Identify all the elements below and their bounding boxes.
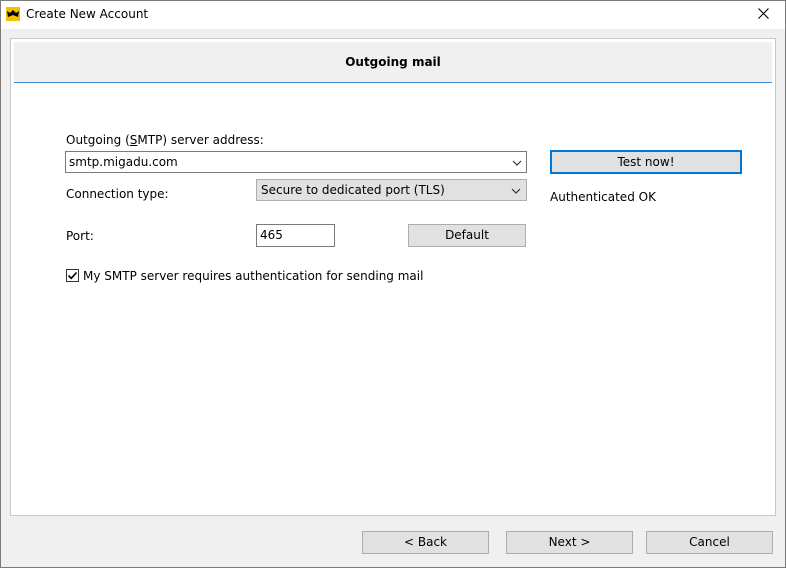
- next-button[interactable]: Next >: [506, 531, 633, 554]
- close-icon: [757, 8, 769, 22]
- title-bar[interactable]: Create New Account: [1, 1, 785, 29]
- connection-type-value: Secure to dedicated port (TLS): [261, 183, 445, 197]
- chevron-down-icon[interactable]: [511, 185, 521, 195]
- auth-checkbox[interactable]: [66, 269, 79, 282]
- window-title: Create New Account: [26, 7, 149, 21]
- close-button[interactable]: [741, 1, 785, 29]
- smtp-server-label: Outgoing (SMTP) server address:: [66, 133, 264, 147]
- checkmark-icon: [67, 271, 78, 280]
- status-text: Authenticated OK: [550, 190, 656, 204]
- smtp-server-value: smtp.migadu.com: [69, 155, 178, 169]
- cancel-button[interactable]: Cancel: [646, 531, 773, 554]
- dialog-window: Create New Account Outgoing mail Outgoin…: [0, 0, 786, 568]
- smtp-server-combobox[interactable]: smtp.migadu.com: [65, 151, 527, 173]
- panel-header: Outgoing mail: [14, 42, 772, 83]
- port-value: 465: [260, 228, 283, 242]
- back-button[interactable]: < Back: [362, 531, 489, 554]
- default-port-button[interactable]: Default: [408, 224, 526, 247]
- connection-type-label: Connection type:: [66, 187, 169, 201]
- auth-checkbox-label[interactable]: My SMTP server requires authentication f…: [83, 269, 423, 283]
- bat-icon: [6, 7, 20, 21]
- port-input[interactable]: 465: [256, 224, 335, 247]
- port-label: Port:: [66, 229, 94, 243]
- chevron-down-icon[interactable]: [512, 157, 522, 167]
- connection-type-select[interactable]: Secure to dedicated port (TLS): [256, 179, 527, 201]
- test-now-button[interactable]: Test now!: [550, 150, 742, 174]
- page-title: Outgoing mail: [345, 55, 441, 69]
